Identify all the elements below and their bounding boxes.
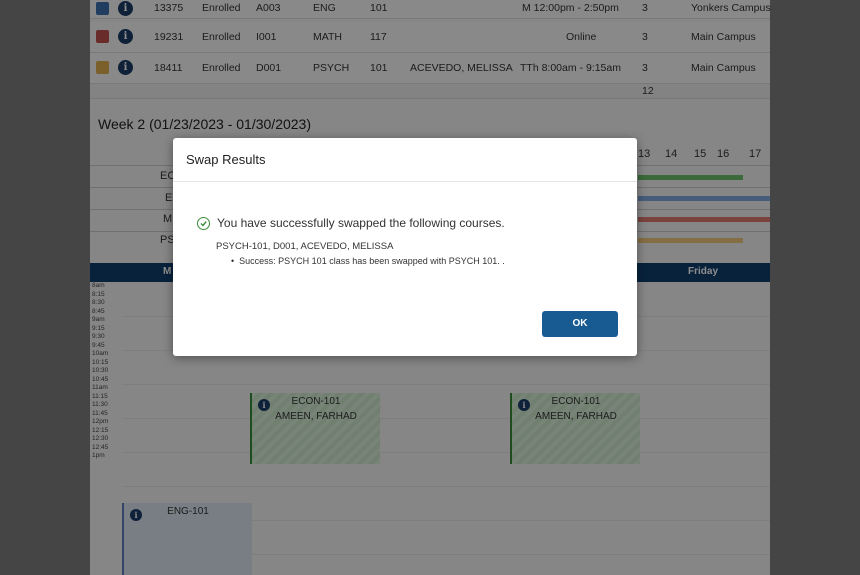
swap-result-item: • Success: PSYCH 101 class has been swap… — [231, 256, 505, 266]
swap-results-dialog: Swap Results You have successfully swapp… — [173, 138, 637, 356]
dialog-title: Swap Results — [186, 152, 266, 167]
bullet-icon: • — [231, 256, 240, 266]
swap-result-text: Success: PSYCH 101 class has been swappe… — [239, 256, 505, 266]
ok-button[interactable]: OK — [542, 311, 618, 337]
check-circle-icon — [197, 217, 210, 230]
success-message: You have successfully swapped the follow… — [217, 216, 505, 230]
swap-detail: PSYCH-101, D001, ACEVEDO, MELISSA — [216, 241, 394, 252]
dialog-divider — [173, 181, 637, 182]
